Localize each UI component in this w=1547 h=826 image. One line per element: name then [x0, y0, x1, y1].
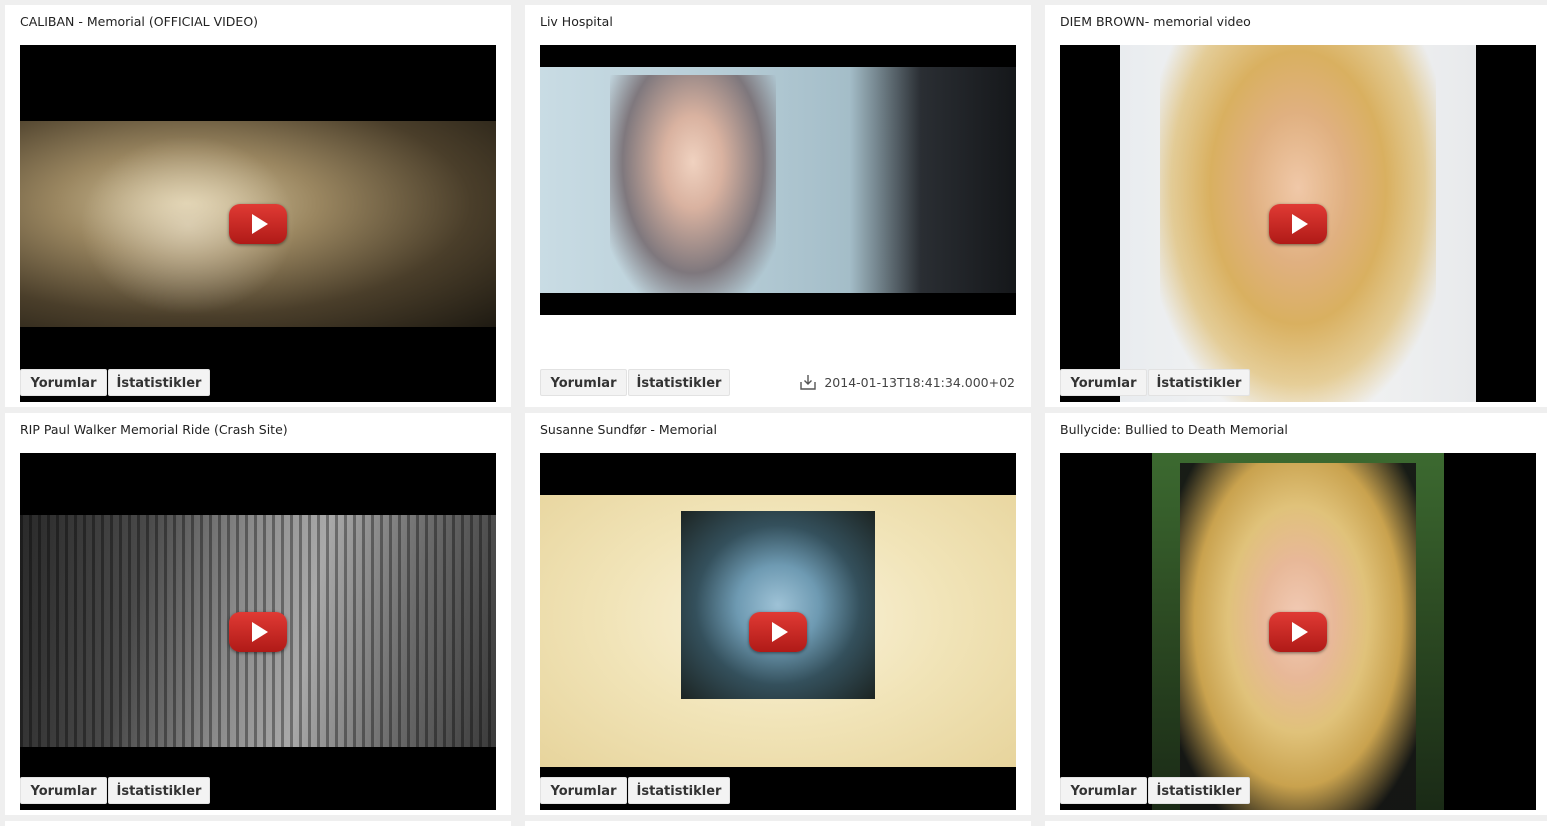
video-title[interactable]: Liv Hospital — [540, 14, 613, 29]
video-thumbnail[interactable] — [20, 453, 496, 810]
youtube-play-icon[interactable] — [1269, 203, 1327, 244]
stats-button[interactable]: İstatistikler — [108, 777, 210, 804]
video-card: Bullycide: Bullied to Death Memorial Yor… — [1045, 413, 1547, 815]
video-card-partial — [5, 821, 511, 826]
youtube-play-icon[interactable] — [749, 611, 807, 652]
stats-button[interactable]: İstatistikler — [628, 777, 730, 804]
stats-button[interactable]: İstatistikler — [628, 369, 730, 396]
video-card: Susanne Sundfør - Memorial Yorumlar İsta… — [525, 413, 1031, 815]
video-thumbnail[interactable] — [540, 45, 1016, 315]
upload-date-text: 2014-01-13T18:41:34.000+02 — [824, 375, 1015, 390]
upload-date: 2014-01-13T18:41:34.000+02 — [799, 369, 1015, 396]
stats-button[interactable]: İstatistikler — [108, 369, 210, 396]
comments-button[interactable]: Yorumlar — [1060, 777, 1147, 804]
comments-button[interactable]: Yorumlar — [540, 777, 627, 804]
video-thumbnail[interactable] — [1060, 45, 1536, 402]
video-card: Liv Hospital Yorumlar İstatistikler 2014… — [525, 5, 1031, 407]
thumbnail-artwork — [681, 511, 875, 699]
youtube-play-icon[interactable] — [1269, 611, 1327, 652]
video-thumbnail[interactable] — [540, 453, 1016, 810]
youtube-play-icon[interactable] — [229, 611, 287, 652]
thumbnail-person — [610, 75, 776, 293]
stats-button[interactable]: İstatistikler — [1148, 777, 1250, 804]
comments-button[interactable]: Yorumlar — [540, 369, 627, 396]
video-grid: CALIBAN - Memorial (OFFICIAL VIDEO) Yoru… — [0, 0, 1547, 826]
comments-button[interactable]: Yorumlar — [1060, 369, 1147, 396]
video-card: CALIBAN - Memorial (OFFICIAL VIDEO) Yoru… — [5, 5, 511, 407]
comments-button[interactable]: Yorumlar — [20, 369, 107, 396]
video-title[interactable]: RIP Paul Walker Memorial Ride (Crash Sit… — [20, 422, 288, 437]
youtube-play-icon[interactable] — [229, 203, 287, 244]
video-card-partial — [525, 821, 1031, 826]
comments-button[interactable]: Yorumlar — [20, 777, 107, 804]
video-title[interactable]: Bullycide: Bullied to Death Memorial — [1060, 422, 1288, 437]
stats-button[interactable]: İstatistikler — [1148, 369, 1250, 396]
video-title[interactable]: DIEM BROWN- memorial video — [1060, 14, 1251, 29]
video-thumbnail[interactable] — [20, 45, 496, 402]
download-icon[interactable] — [799, 373, 817, 391]
video-card: RIP Paul Walker Memorial Ride (Crash Sit… — [5, 413, 511, 815]
video-card-partial — [1045, 821, 1547, 826]
video-title[interactable]: Susanne Sundfør - Memorial — [540, 422, 717, 437]
video-thumbnail[interactable] — [1060, 453, 1536, 810]
video-title[interactable]: CALIBAN - Memorial (OFFICIAL VIDEO) — [20, 14, 258, 29]
video-card: DIEM BROWN- memorial video Yorumlar İsta… — [1045, 5, 1547, 407]
